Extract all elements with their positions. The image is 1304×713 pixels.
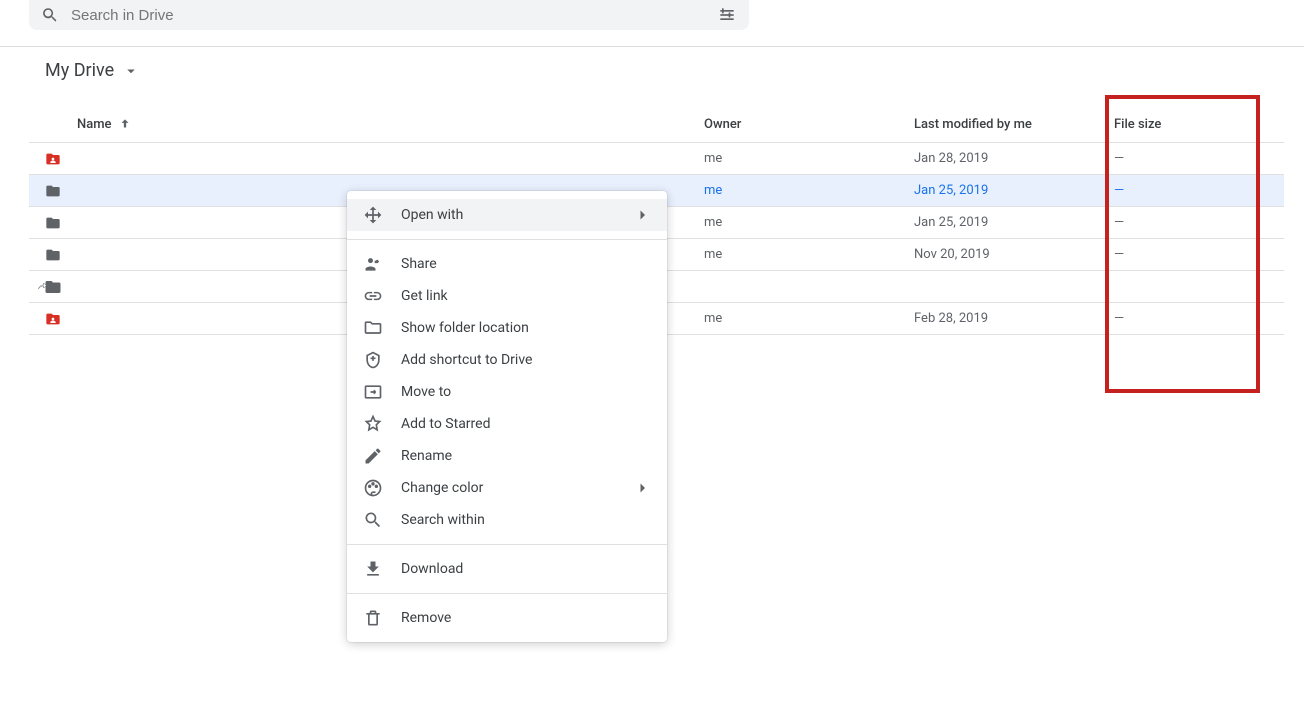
row-icon — [29, 215, 77, 231]
row-owner: me — [704, 183, 914, 198]
open-with-icon — [363, 205, 383, 225]
menu-label: Search within — [401, 512, 485, 528]
menu-separator — [347, 593, 667, 594]
menu-label: Show folder location — [401, 320, 529, 336]
menu-get-link[interactable]: Get link — [347, 280, 667, 312]
topbar-divider — [0, 46, 1304, 47]
row-size: — — [1114, 247, 1284, 262]
breadcrumb-title: My Drive — [45, 60, 114, 81]
row-size: — — [1114, 183, 1284, 198]
caret-down-icon — [122, 62, 140, 80]
chevron-right-icon — [633, 479, 651, 497]
col-owner[interactable]: Owner — [704, 117, 914, 132]
context-menu: Open with Share Get link Show folder loc… — [347, 191, 667, 642]
row-icon — [29, 247, 77, 263]
palette-icon — [363, 478, 383, 498]
search-icon — [363, 510, 383, 530]
menu-move-to[interactable]: Move to — [347, 376, 667, 408]
menu-open-with[interactable]: Open with — [347, 199, 667, 231]
rename-icon — [363, 446, 383, 466]
menu-share[interactable]: Share — [347, 248, 667, 280]
table-header: Name Owner Last modified by me File size — [29, 106, 1284, 143]
row-owner: me — [704, 215, 914, 230]
menu-show-folder[interactable]: Show folder location — [347, 312, 667, 344]
menu-add-starred[interactable]: Add to Starred — [347, 408, 667, 440]
row-icon — [29, 278, 77, 296]
search-input[interactable] — [71, 7, 717, 24]
row-size: — — [1114, 151, 1284, 166]
row-icon — [29, 151, 77, 167]
row-date: Jan 25, 2019 — [914, 215, 1114, 230]
share-icon — [363, 254, 383, 274]
col-name-label: Name — [77, 117, 112, 132]
menu-label: Download — [401, 561, 463, 577]
search-bar[interactable] — [29, 0, 749, 30]
row-owner: me — [704, 151, 914, 166]
menu-label: Share — [401, 256, 437, 272]
link-icon — [363, 286, 383, 306]
shortcut-icon — [363, 350, 383, 370]
menu-label: Add shortcut to Drive — [401, 352, 532, 368]
row-date: Jan 25, 2019 — [914, 183, 1114, 198]
star-icon — [363, 414, 383, 434]
row-date: Nov 20, 2019 — [914, 247, 1114, 262]
breadcrumb[interactable]: My Drive — [45, 60, 140, 81]
download-icon — [363, 559, 383, 579]
menu-label: Open with — [401, 207, 463, 223]
row-owner: me — [704, 311, 914, 326]
trash-icon — [363, 608, 383, 628]
chevron-right-icon — [633, 206, 651, 224]
menu-separator — [347, 239, 667, 240]
row-icon — [29, 183, 77, 199]
menu-label: Move to — [401, 384, 451, 400]
row-icon — [29, 311, 77, 327]
table-row[interactable]: meJan 28, 2019— — [29, 143, 1284, 175]
col-size[interactable]: File size — [1114, 117, 1284, 132]
row-size: — — [1114, 215, 1284, 230]
menu-separator — [347, 544, 667, 545]
menu-label: Get link — [401, 288, 448, 304]
row-date: Jan 28, 2019 — [914, 151, 1114, 166]
col-name[interactable]: Name — [77, 117, 704, 132]
menu-change-color[interactable]: Change color — [347, 472, 667, 504]
row-date: Feb 28, 2019 — [914, 311, 1114, 326]
menu-add-shortcut[interactable]: Add shortcut to Drive — [347, 344, 667, 376]
folder-icon — [363, 318, 383, 338]
menu-search-within[interactable]: Search within — [347, 504, 667, 536]
col-modified[interactable]: Last modified by me — [914, 117, 1114, 132]
menu-remove[interactable]: Remove — [347, 602, 667, 634]
arrow-up-icon — [118, 117, 132, 131]
row-size: — — [1114, 311, 1284, 326]
menu-label: Add to Starred — [401, 416, 490, 432]
menu-download[interactable]: Download — [347, 553, 667, 585]
tune-icon[interactable] — [717, 5, 737, 25]
search-icon — [41, 6, 59, 24]
row-owner: me — [704, 247, 914, 262]
menu-label: Change color — [401, 480, 483, 496]
menu-rename[interactable]: Rename — [347, 440, 667, 472]
menu-label: Remove — [401, 610, 451, 626]
move-icon — [363, 382, 383, 402]
menu-label: Rename — [401, 448, 452, 464]
